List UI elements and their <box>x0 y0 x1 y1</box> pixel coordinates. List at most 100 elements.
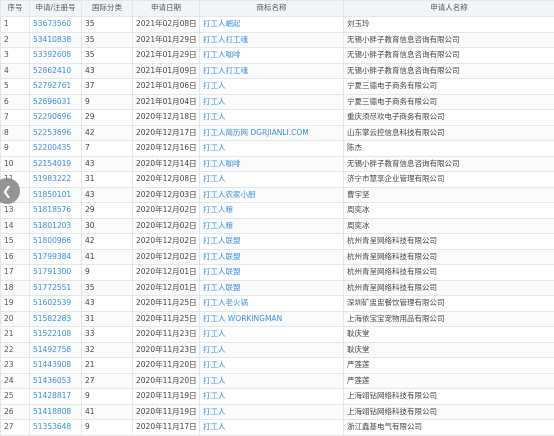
cell-trademark-name-link[interactable]: 打工人 <box>203 143 226 152</box>
table-row[interactable]: 153673560352021年02月08日打工人崛起刘玉玲 <box>1 17 554 33</box>
cell-seq: 4 <box>1 63 30 79</box>
cell-trademark-name-link[interactable]: 打工人 <box>203 360 226 369</box>
cell-reg-number-link[interactable]: 51850101 <box>33 190 71 199</box>
table-row[interactable]: 353392608352021年01月29日打工人咖啡无锡小胖子教育信息咨询有限… <box>1 48 554 64</box>
cell-reg-number-link[interactable]: 51818576 <box>33 205 71 214</box>
cell-reg-number-link[interactable]: 52253696 <box>33 128 71 137</box>
cell-trademark-name-link[interactable]: 打工人 <box>203 329 226 338</box>
cell-reg-number-link[interactable]: 51522108 <box>33 329 71 338</box>
cell-trademark-name-link[interactable]: 打工人 <box>203 112 226 121</box>
cell-reg-number-link[interactable]: 52862410 <box>33 66 71 75</box>
table-row[interactable]: 2451436053272020年11月20日打工人严莲莲 <box>1 373 554 389</box>
table-row[interactable]: 552792761372021年01月06日打工人宁夏三德电子商务有限公司 <box>1 79 554 95</box>
cell-reg-number-link[interactable]: 53410838 <box>33 35 71 44</box>
table-row[interactable]: 2151522108332020年11月23日打工人耿庆堂 <box>1 327 554 343</box>
cell-trademark-name-link[interactable]: 打工人老火锅 <box>203 298 248 307</box>
table-row[interactable]: 852253696422020年12月17日打工人简历网 DGRJIANLI.C… <box>1 125 554 141</box>
cell-reg-number-link[interactable]: 52290696 <box>33 112 71 121</box>
table-row[interactable]: 2651418808412020年11月19日打工人上海翊钻网络科技有限公司 <box>1 404 554 420</box>
cell-trademark-name-link[interactable]: 打工人联盟 <box>203 283 241 292</box>
cell-reg-number: 52253696 <box>30 125 82 141</box>
cell-reg-number-link[interactable]: 51801203 <box>33 221 71 230</box>
cell-reg-number-link[interactable]: 52200435 <box>33 143 71 152</box>
cell-reg-number-link[interactable]: 53673560 <box>33 19 71 28</box>
column-header-class[interactable]: 国际分类 <box>82 1 133 17</box>
cell-trademark-name-link[interactable]: 打工人 <box>203 422 226 431</box>
cell-trademark-name-link[interactable]: 打工人联盟 <box>203 267 241 276</box>
table-row[interactable]: 2251492758322020年11月23日打工人耿庆堂 <box>1 342 554 358</box>
cell-trademark-name-link[interactable]: 打工人联盟 <box>203 252 241 261</box>
table-row[interactable]: 95220043572020年12月16日打工人陈杰 <box>1 141 554 157</box>
cell-trademark-name-link[interactable]: 打工人崛起 <box>203 19 241 28</box>
cell-trademark-name-link[interactable]: 打工人粮 <box>203 221 233 230</box>
column-header-trademark-name[interactable]: 商标名称 <box>200 1 344 17</box>
table-row[interactable]: 2051582283312020年11月25日打工人 WORKINGMAN上海依… <box>1 311 554 327</box>
cell-class: 29 <box>82 203 133 219</box>
cell-reg-number-link[interactable]: 51443908 <box>33 360 71 369</box>
table-row[interactable]: 1551800966422020年12月02日打工人联盟杭州青呈网络科技有限公司 <box>1 234 554 250</box>
cell-trademark-name-link[interactable]: 打工人 <box>203 376 226 385</box>
cell-date: 2020年11月19日 <box>133 404 200 420</box>
cell-reg-number-link[interactable]: 51799384 <box>33 252 71 261</box>
cell-trademark-name-link[interactable]: 打工人 <box>203 81 226 90</box>
cell-reg-number-link[interactable]: 51492758 <box>33 345 71 354</box>
cell-reg-number-link[interactable]: 51582283 <box>33 314 71 323</box>
cell-reg-number-link[interactable]: 52154019 <box>33 159 71 168</box>
cell-reg-number-link[interactable]: 51418808 <box>33 407 71 416</box>
table-row[interactable]: 452862410432021年01月09日打工人打工魂无锡小胖子教育信息咨询有… <box>1 63 554 79</box>
cell-reg-number-link[interactable]: 51602539 <box>33 298 71 307</box>
table-row[interactable]: 175179130092020年12月01日打工人联盟杭州青呈网络科技有限公司 <box>1 265 554 281</box>
cell-trademark-name-link[interactable]: 打工人农家小厨 <box>203 190 256 199</box>
cell-applicant: 上海依宝宝宠物用品有限公司 <box>344 311 554 327</box>
cell-reg-number-link[interactable]: 52696031 <box>33 97 71 106</box>
cell-trademark-name-link[interactable]: 打工人简历网 DGRJIANLI.COM <box>203 128 309 137</box>
cell-trademark-name: 打工人咖啡 <box>200 48 344 64</box>
cell-reg-number: 52862410 <box>30 63 82 79</box>
table-row[interactable]: 253410838352021年01月29日打工人打工魂无锡小胖子教育信息咨询有… <box>1 32 554 48</box>
column-header-applicant[interactable]: 申请人名称 <box>344 1 554 17</box>
cell-reg-number-link[interactable]: 51791300 <box>33 267 71 276</box>
column-header-reg-number[interactable]: 申请/注册号 <box>30 1 82 17</box>
cell-reg-number-link[interactable]: 53392608 <box>33 50 71 59</box>
table-row[interactable]: 1851772551352020年12月01日打工人联盟杭州青呈网络科技有限公司 <box>1 280 554 296</box>
cell-reg-number-link[interactable]: 51353648 <box>33 422 71 431</box>
table-row[interactable]: 752290696292020年12月18日打工人重庆须尽欢电子商务有限公司 <box>1 110 554 126</box>
cell-trademark-name-link[interactable]: 打工人联盟 <box>203 236 241 245</box>
cell-seq: 7 <box>1 110 30 126</box>
cell-trademark-name-link[interactable]: 打工人 <box>203 97 226 106</box>
cell-trademark-name: 打工人老火锅 <box>200 296 344 312</box>
cell-trademark-name-link[interactable]: 打工人 <box>203 407 226 416</box>
cell-trademark-name-link[interactable]: 打工人 WORKINGMAN <box>203 314 282 323</box>
table-row[interactable]: 1651799384412020年12月02日打工人联盟杭州青呈网络科技有限公司 <box>1 249 554 265</box>
cell-trademark-name-link[interactable]: 打工人打工魂 <box>203 35 248 44</box>
cell-trademark-name-link[interactable]: 打工人 <box>203 345 226 354</box>
cell-reg-number-link[interactable]: 51983222 <box>33 174 71 183</box>
table-row[interactable]: 255142881792020年11月19日打工人上海翊钻网络科技有限公司 <box>1 389 554 405</box>
table-row[interactable]: 1251850101432020年12月03日打工人农家小厨曹宇坚 <box>1 187 554 203</box>
table-row[interactable]: 2351443908212020年11月20日打工人严莲莲 <box>1 358 554 374</box>
cell-reg-number-link[interactable]: 51428817 <box>33 391 71 400</box>
cell-reg-number-link[interactable]: 52792761 <box>33 81 71 90</box>
table-row[interactable]: 1451801203302020年12月02日打工人粮周奕冰 <box>1 218 554 234</box>
cell-reg-number: 51428817 <box>30 389 82 405</box>
table-row[interactable]: 1951602539432020年11月25日打工人老火锅深圳矿盅盅餐饮管理有限… <box>1 296 554 312</box>
cell-date: 2020年11月25日 <box>133 296 200 312</box>
table-row[interactable]: 65269603192021年01月04日打工人宁夏三德电子商务有限公司 <box>1 94 554 110</box>
cell-reg-number-link[interactable]: 51436053 <box>33 376 71 385</box>
table-row[interactable]: 1052154019432020年12月14日打工人咖啡无锡小胖子教育信息咨询有… <box>1 156 554 172</box>
table-row[interactable]: 275135364892020年11月17日打工人浙江鑫基电气有限公司 <box>1 420 554 436</box>
cell-trademark-name-link[interactable]: 打工人粮 <box>203 205 233 214</box>
column-header-date[interactable]: 申请日期 <box>133 1 200 17</box>
cell-trademark-name-link[interactable]: 打工人 <box>203 174 226 183</box>
cell-trademark-name-link[interactable]: 打工人咖啡 <box>203 159 241 168</box>
cell-reg-number-link[interactable]: 51772551 <box>33 283 71 292</box>
cell-reg-number: 52200435 <box>30 141 82 157</box>
table-row[interactable]: 1351818576292020年12月02日打工人粮周奕冰 <box>1 203 554 219</box>
table-row[interactable]: 1151983222312020年12月08日打工人济宁市慧享企业管理有限公司 <box>1 172 554 188</box>
column-header-seq[interactable]: 序号 <box>1 1 30 17</box>
cell-trademark-name-link[interactable]: 打工人 <box>203 391 226 400</box>
cell-applicant: 严莲莲 <box>344 358 554 374</box>
cell-trademark-name-link[interactable]: 打工人咖啡 <box>203 50 241 59</box>
cell-reg-number-link[interactable]: 51800966 <box>33 236 71 245</box>
cell-trademark-name-link[interactable]: 打工人打工魂 <box>203 66 248 75</box>
